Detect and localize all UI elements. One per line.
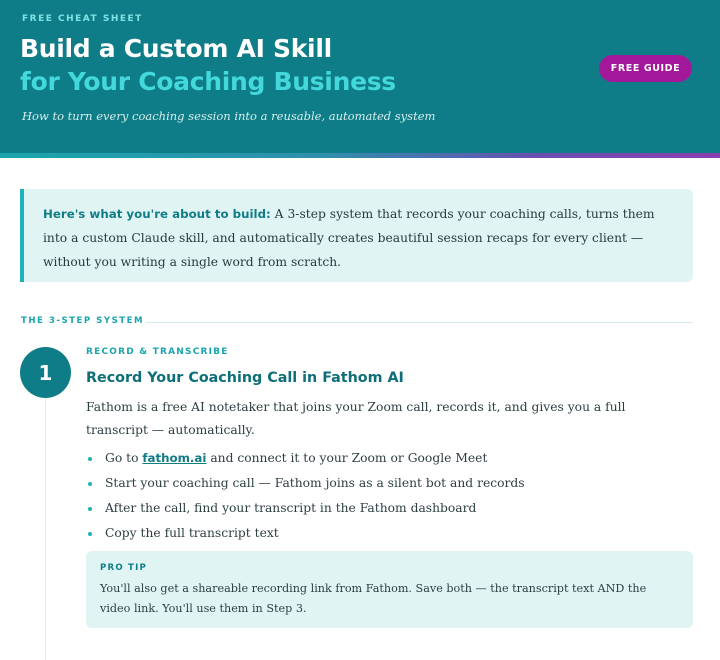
page-title-line2: for Your Coaching Business (20, 67, 396, 96)
fathom-link[interactable]: fathom.ai (142, 451, 206, 465)
section-divider (146, 322, 693, 323)
section-label: THE 3-STEP SYSTEM (21, 316, 145, 326)
step-connector-line (45, 398, 46, 660)
list-item: Start your coaching call — Fathom joins … (86, 471, 686, 496)
page-title-line1: Build a Custom AI Skill (20, 34, 332, 63)
bullet-text-prefix: Go to (105, 451, 143, 465)
intro-callout: Here's what you're about to build: A 3-s… (20, 189, 693, 282)
bullet-dot-icon (88, 457, 92, 461)
header-eyebrow: FREE CHEAT SHEET (22, 14, 143, 24)
step-eyebrow: RECORD & TRANSCRIBE (86, 347, 229, 357)
step-bullet-list: Go to fathom.ai and connect it to your Z… (86, 446, 686, 546)
gradient-divider (0, 153, 720, 158)
list-item: Copy the full transcript text (86, 521, 686, 546)
hero-header: FREE CHEAT SHEET Build a Custom AI Skill… (0, 0, 720, 153)
bullet-text: Copy the full transcript text (105, 526, 279, 540)
pro-tip-box: PRO TIP You'll also get a shareable reco… (86, 551, 693, 628)
step-title: Record Your Coaching Call in Fathom AI (86, 370, 404, 386)
bullet-text: Start your coaching call — Fathom joins … (105, 476, 525, 490)
pro-tip-label: PRO TIP (100, 563, 147, 573)
bullet-text: After the call, find your transcript in … (105, 501, 477, 515)
bullet-text-suffix: and connect it to your Zoom or Google Me… (206, 451, 488, 465)
step-number-circle: 1 (20, 347, 71, 398)
pro-tip-text: You'll also get a shareable recording li… (100, 582, 647, 615)
bullet-dot-icon (88, 532, 92, 536)
intro-lead: Here's what you're about to build: (43, 207, 271, 221)
list-item: Go to fathom.ai and connect it to your Z… (86, 446, 686, 471)
free-guide-badge: FREE GUIDE (599, 55, 692, 82)
step-description: Fathom is a free AI notetaker that joins… (86, 400, 626, 437)
page-subtitle: How to turn every coaching session into … (22, 109, 436, 123)
bullet-dot-icon (88, 482, 92, 486)
bullet-dot-icon (88, 507, 92, 511)
list-item: After the call, find your transcript in … (86, 496, 686, 521)
